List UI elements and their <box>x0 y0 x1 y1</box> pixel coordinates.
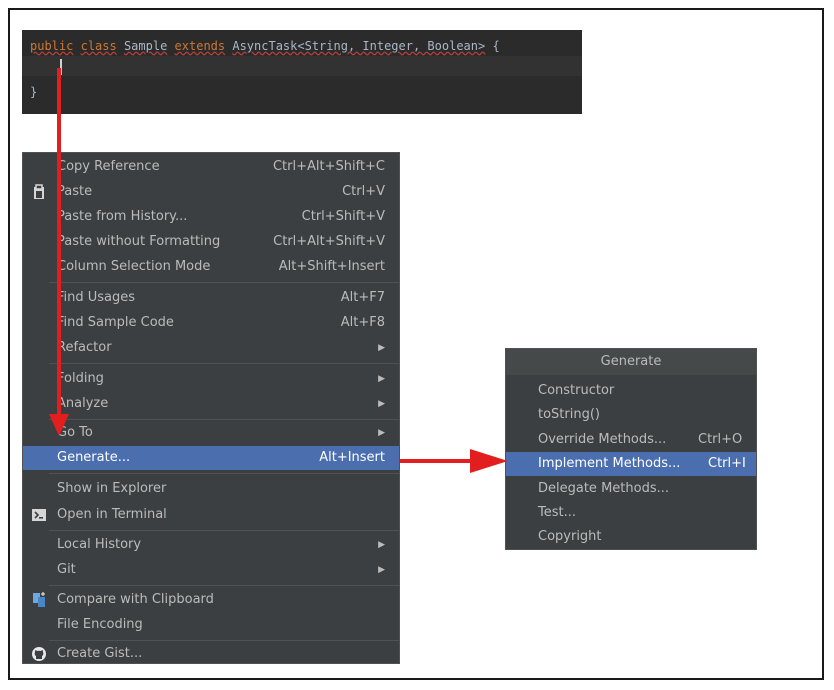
code-line-caret[interactable] <box>22 56 582 76</box>
generate-item-label: Constructor <box>538 383 615 398</box>
menu-item-shortcut: Ctrl+Alt+Shift+V <box>273 234 385 249</box>
code-editor[interactable]: public class Sample extends AsyncTask<St… <box>22 30 582 114</box>
generate-item-shortcut: Ctrl+O <box>698 432 743 447</box>
menu-item-shortcut: Ctrl+Alt+Shift+C <box>272 159 385 174</box>
class-name: Sample <box>123 39 168 53</box>
menu-item-git[interactable]: Git ▶ <box>23 558 399 582</box>
menu-item-label: Column Selection Mode <box>57 259 211 274</box>
menu-item-file-encoding[interactable]: File Encoding <box>23 613 399 637</box>
menu-item-open-in-terminal[interactable]: Open in Terminal <box>23 503 399 527</box>
generate-item-copyright[interactable]: Copyright <box>506 525 756 549</box>
menu-item-label: Folding <box>57 371 104 386</box>
generate-item-delegate-methods[interactable]: Delegate Methods... <box>506 477 756 501</box>
menu-item-create-gist[interactable]: Create Gist... <box>23 642 399 666</box>
generate-item-override-methods[interactable]: Override Methods... Ctrl+O <box>506 428 756 452</box>
submenu-arrow-icon: ▶ <box>378 399 385 409</box>
menu-separator <box>49 282 399 283</box>
generate-item-shortcut: Ctrl+I <box>708 456 746 471</box>
menu-item-copy-reference[interactable]: Copy Reference Ctrl+Alt+Shift+C <box>23 155 399 179</box>
menu-item-label: Local History <box>57 537 142 552</box>
clipboard-icon <box>31 184 47 200</box>
menu-item-folding[interactable]: Folding ▶ <box>23 367 399 391</box>
menu-item-generate[interactable]: Generate... Alt+Insert <box>23 446 399 470</box>
code-line-class-declaration: public class Sample extends AsyncTask<St… <box>30 36 500 56</box>
menu-item-find-usages[interactable]: Find Usages Alt+F7 <box>23 286 399 310</box>
menu-item-refactor[interactable]: Refactor ▶ <box>23 336 399 360</box>
menu-item-local-history[interactable]: Local History ▶ <box>23 533 399 557</box>
generate-item-test[interactable]: Test... <box>506 501 756 525</box>
keyword-class: class <box>80 39 117 53</box>
menu-item-label: Generate... <box>57 450 131 465</box>
menu-separator <box>49 530 399 531</box>
generate-item-label: toString() <box>538 407 600 422</box>
editor-context-menu: Copy Reference Ctrl+Alt+Shift+C Paste Ct… <box>22 152 400 664</box>
keyword-extends: extends <box>174 39 226 53</box>
menu-separator <box>49 473 399 474</box>
submenu-arrow-icon: ▶ <box>378 374 385 384</box>
menu-item-label: Open in Terminal <box>57 507 167 522</box>
submenu-arrow-icon: ▶ <box>378 343 385 353</box>
generate-item-tostring[interactable]: toString() <box>506 403 756 427</box>
menu-item-label: Git <box>57 562 76 577</box>
menu-item-label: Compare with Clipboard <box>57 592 214 607</box>
generate-popup: Generate Constructor toString() Override… <box>505 348 757 550</box>
menu-item-label: Go To <box>57 425 93 440</box>
menu-separator <box>49 585 399 586</box>
generate-item-implement-methods[interactable]: Implement Methods... Ctrl+I <box>506 452 756 476</box>
menu-item-label: Paste from History... <box>57 209 188 224</box>
menu-item-label: Find Sample Code <box>57 315 174 330</box>
menu-item-shortcut: Ctrl+Shift+V <box>301 209 385 224</box>
menu-item-go-to[interactable]: Go To ▶ <box>23 421 399 445</box>
menu-item-compare-with-clipboard[interactable]: Compare with Clipboard <box>23 588 399 612</box>
submenu-arrow-icon: ▶ <box>378 428 385 438</box>
menu-item-label: Copy Reference <box>57 159 160 174</box>
menu-separator <box>49 640 399 641</box>
submenu-arrow-icon: ▶ <box>378 540 385 550</box>
menu-item-shortcut: Alt+Shift+Insert <box>278 259 385 274</box>
generate-item-label: Implement Methods... <box>538 456 681 471</box>
menu-item-paste[interactable]: Paste Ctrl+V <box>23 180 399 204</box>
github-icon <box>31 646 47 662</box>
text-caret <box>60 59 62 75</box>
menu-item-find-sample-code[interactable]: Find Sample Code Alt+F8 <box>23 311 399 335</box>
menu-item-shortcut: Alt+Insert <box>319 450 385 465</box>
code-line-close-brace: } <box>30 85 38 99</box>
menu-item-paste-without-formatting[interactable]: Paste without Formatting Ctrl+Alt+Shift+… <box>23 230 399 254</box>
menu-item-label: Paste <box>57 184 93 199</box>
menu-item-label: File Encoding <box>57 617 143 632</box>
submenu-arrow-icon: ▶ <box>378 565 385 575</box>
open-brace: { <box>492 39 500 53</box>
generate-item-label: Delegate Methods... <box>538 481 669 496</box>
menu-item-shortcut: Ctrl+V <box>342 184 385 199</box>
generate-item-label: Test... <box>538 505 576 520</box>
terminal-icon <box>31 507 47 523</box>
menu-item-shortcut: Alt+F8 <box>340 315 385 330</box>
menu-item-shortcut: Alt+F7 <box>340 290 385 305</box>
compare-icon <box>31 592 47 608</box>
generate-item-constructor[interactable]: Constructor <box>506 379 756 403</box>
menu-item-label: Create Gist... <box>57 646 143 661</box>
menu-separator <box>49 363 399 364</box>
generate-item-label: Override Methods... <box>538 432 667 447</box>
menu-item-column-selection-mode[interactable]: Column Selection Mode Alt+Shift+Insert <box>23 255 399 279</box>
menu-separator <box>49 419 399 420</box>
generate-item-label: Copyright <box>538 529 602 544</box>
menu-item-label: Paste without Formatting <box>57 234 221 249</box>
menu-item-paste-from-history[interactable]: Paste from History... Ctrl+Shift+V <box>23 205 399 229</box>
menu-item-show-in-explorer[interactable]: Show in Explorer <box>23 477 399 501</box>
menu-item-label: Refactor <box>57 340 112 355</box>
menu-item-label: Show in Explorer <box>57 481 167 496</box>
keyword-public: public <box>30 39 74 53</box>
superclass-type: AsyncTask<String, Integer, Boolean> <box>232 39 486 53</box>
generate-popup-title: Generate <box>506 349 756 375</box>
menu-item-analyze[interactable]: Analyze ▶ <box>23 392 399 416</box>
menu-item-label: Find Usages <box>57 290 136 305</box>
menu-item-label: Analyze <box>57 396 109 411</box>
